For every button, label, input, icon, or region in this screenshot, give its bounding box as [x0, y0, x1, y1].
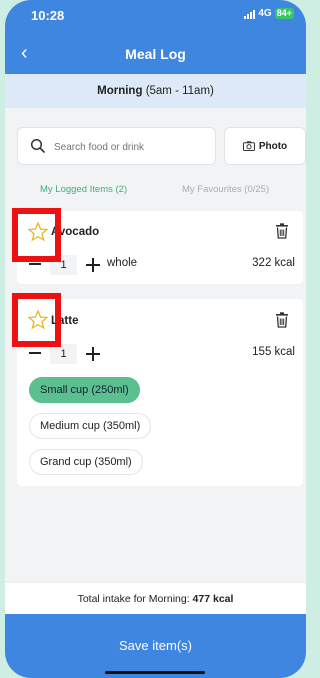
- quantity-unit: whole: [107, 257, 138, 269]
- photo-button-label: Photo: [258, 140, 288, 152]
- highlight-box: [12, 293, 61, 347]
- search-icon: [30, 138, 46, 154]
- home-indicator: [105, 671, 205, 674]
- app-header: 10:28 4G 84+ ‹ Meal Log: [5, 0, 306, 82]
- highlight-box: [12, 208, 61, 262]
- page-title: Meal Log: [125, 46, 186, 62]
- total-intake-bar: Total intake for Morning: 477 kcal: [5, 582, 306, 614]
- size-option[interactable]: Grand cup (350ml): [29, 449, 143, 475]
- size-option[interactable]: Medium cup (350ml): [29, 413, 152, 439]
- quantity-value[interactable]: 1: [50, 344, 77, 364]
- trash-icon[interactable]: [275, 223, 289, 239]
- network-label: 4G: [258, 8, 272, 19]
- item-tabs: My Logged Items (2) My Favourites (0/25): [5, 184, 306, 198]
- search-box[interactable]: [17, 127, 216, 165]
- decrease-icon[interactable]: [29, 263, 41, 265]
- increase-icon[interactable]: [86, 258, 100, 272]
- quantity-row: 1 155 kcal: [29, 344, 295, 364]
- battery-icon: 84+: [274, 8, 294, 19]
- search-row: Photo: [17, 127, 306, 165]
- tab-logged-items[interactable]: My Logged Items (2): [40, 184, 127, 195]
- search-input[interactable]: [54, 137, 209, 157]
- status-time: 10:28: [31, 8, 65, 23]
- meal-period-range: (5am - 11am): [145, 85, 214, 97]
- total-intake-label: Total intake for Morning:: [77, 593, 193, 605]
- status-indicators: 4G 84+: [244, 8, 294, 19]
- meal-period-name: Morning: [97, 85, 143, 97]
- item-calories: 322 kcal: [252, 257, 295, 269]
- trash-icon[interactable]: [275, 312, 289, 328]
- decrease-icon[interactable]: [29, 352, 41, 354]
- signal-icon: [244, 9, 256, 19]
- item-calories: 155 kcal: [252, 346, 295, 358]
- increase-icon[interactable]: [86, 347, 100, 361]
- total-intake-value: 477 kcal: [192, 593, 234, 605]
- tab-favourites[interactable]: My Favourites (0/25): [182, 184, 269, 195]
- save-button[interactable]: Save item(s): [5, 614, 306, 678]
- status-bar: 10:28 4G 84+: [5, 8, 306, 26]
- size-option-selected[interactable]: Small cup (250ml): [29, 377, 140, 403]
- camera-icon: [242, 141, 255, 151]
- photo-button[interactable]: Photo: [224, 127, 306, 165]
- meal-period-bar: Morning (5am - 11am): [5, 74, 306, 108]
- quantity-row: 1 whole 322 kcal: [29, 255, 295, 275]
